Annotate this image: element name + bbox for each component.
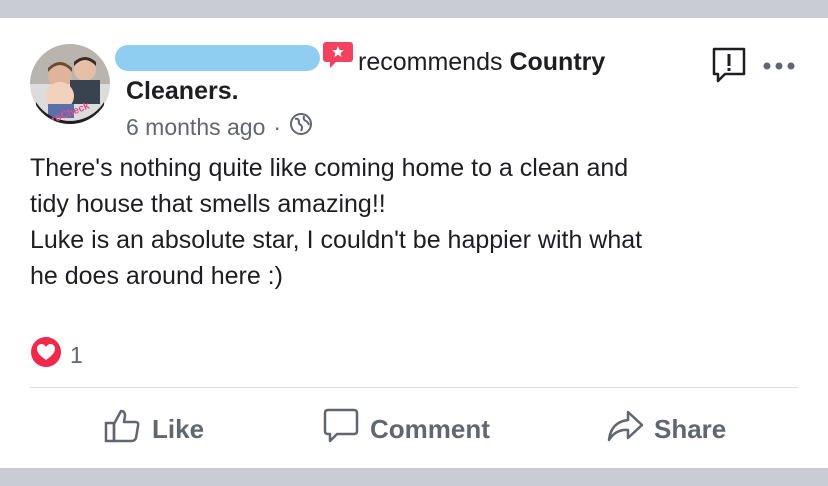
share-icon [606,407,644,452]
like-button[interactable]: Like [104,407,204,451]
post-meta: 6 months ago · [126,112,313,142]
avatar[interactable]: #BroCheck [30,44,110,124]
divider [30,387,798,388]
share-button[interactable]: Share [606,407,726,451]
like-label: Like [152,413,205,444]
redacted-author-name [115,45,320,71]
reactions-summary[interactable]: 1 [30,336,83,374]
report-icon[interactable] [711,46,751,91]
post-body-line: tidy house that smells amazing!! [30,190,386,218]
post-body: There's nothing quite like coming home t… [30,150,790,294]
comment-icon [322,407,360,452]
love-reaction-icon [30,336,62,374]
comment-button[interactable]: Comment [322,407,490,451]
post-body-line: he does around here :) [30,262,283,290]
post-body-line: There's nothing quite like coming home t… [30,154,629,182]
more-options-icon[interactable] [762,56,796,72]
comment-label: Comment [370,413,490,444]
recommend-icon [322,40,354,75]
page-name-link[interactable]: Country [509,48,605,76]
post-header: recommends Country [358,47,605,77]
thumbs-up-icon [104,407,142,452]
separator: · [273,114,282,140]
timestamp[interactable]: 6 months ago [126,113,265,141]
share-label: Share [654,413,727,444]
post-body-line: Luke is an absolute star, I couldn't be … [30,226,643,254]
page-name-link-continued[interactable]: Cleaners. [126,76,239,106]
recommends-text: recommends [358,48,503,76]
globe-icon [289,112,313,142]
reaction-count: 1 [70,341,83,368]
